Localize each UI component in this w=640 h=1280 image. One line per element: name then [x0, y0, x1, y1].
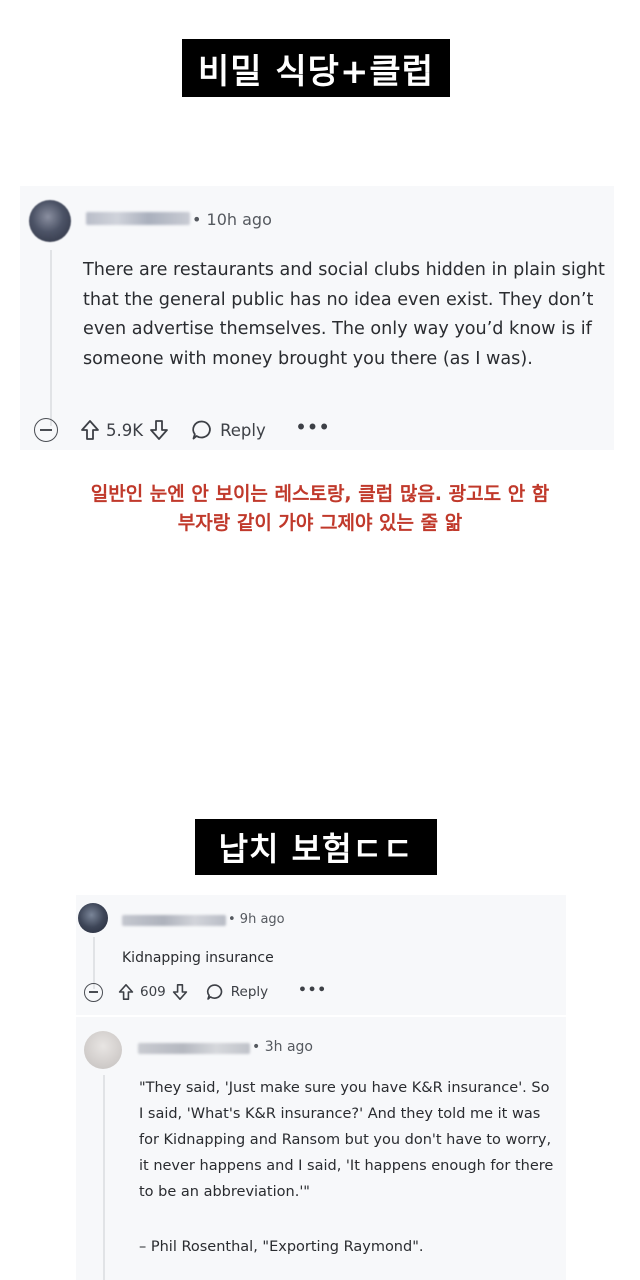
blurred-username — [86, 212, 190, 225]
more-options-icon[interactable]: ••• — [296, 418, 331, 437]
caption-line-2: 부자랑 같이 가야 그제야 있는 줄 앎 — [177, 512, 463, 534]
reply-button[interactable]: Reply — [191, 419, 266, 441]
thread-line[interactable] — [50, 250, 52, 426]
comment-timestamp: • 9h ago — [228, 912, 285, 927]
upvote-arrow-icon[interactable] — [80, 419, 100, 441]
reply-label: Reply — [220, 420, 266, 440]
korean-caption: 일반인 눈엔 안 보이는 레스토랑, 클럽 많음. 광고도 안 함 부자랑 같이… — [0, 480, 640, 538]
caption-line-1: 일반인 눈엔 안 보이는 레스토랑, 클럽 많음. 광고도 안 함 — [90, 483, 550, 505]
section2-title-banner: 납치 보험ㄷㄷ — [195, 819, 437, 875]
collapse-icon[interactable] — [84, 982, 103, 1002]
collapse-icon[interactable] — [34, 418, 58, 442]
comment-body: Kidnapping insurance — [122, 950, 274, 966]
speech-bubble-icon — [206, 983, 224, 1001]
speech-bubble-icon — [191, 419, 213, 441]
reply-label: Reply — [230, 984, 269, 1000]
avatar[interactable] — [84, 1031, 122, 1069]
downvote-arrow-icon[interactable] — [149, 419, 169, 441]
more-options-icon[interactable]: ••• — [298, 982, 327, 998]
vote-score: 5.9K — [106, 420, 144, 440]
avatar[interactable] — [29, 200, 71, 242]
comment-action-bar: 609 Reply ••• — [84, 981, 327, 1003]
comment-timestamp: • 3h ago — [252, 1039, 313, 1055]
reply-button[interactable]: Reply — [206, 983, 268, 1001]
blurred-username — [138, 1043, 250, 1054]
thread-line[interactable] — [103, 1075, 105, 1280]
comment-body: There are restaurants and social clubs h… — [83, 260, 605, 369]
reply-comment-card: • 3h ago "They said, 'Just make sure you… — [76, 1017, 566, 1280]
blurred-username — [122, 915, 226, 926]
quote-attribution: – Phil Rosenthal, "Exporting Raymond". — [139, 1239, 424, 1255]
section1-title-banner: 비밀 식당+클럽 — [182, 39, 450, 97]
upvote-arrow-icon[interactable] — [118, 983, 134, 1001]
comment-body: "They said, 'Just make sure you have K&R… — [139, 1080, 554, 1200]
comment-action-bar: 5.9K Reply ••• — [34, 416, 330, 444]
vote-score: 609 — [140, 984, 166, 1000]
comment-card: • 9h ago Kidnapping insurance 609 Reply … — [76, 895, 566, 1015]
comment-timestamp: • 10h ago — [192, 210, 272, 229]
comment-card: • 10h ago There are restaurants and soci… — [20, 186, 614, 450]
downvote-arrow-icon[interactable] — [172, 983, 188, 1001]
avatar[interactable] — [78, 903, 108, 933]
